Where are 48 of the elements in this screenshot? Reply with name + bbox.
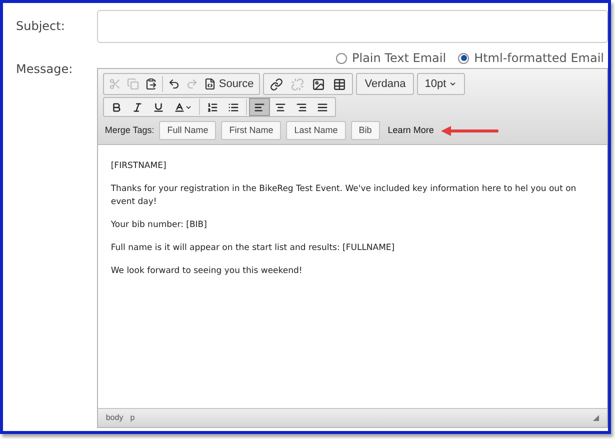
learn-more-link[interactable]: Learn More <box>388 124 434 138</box>
unlink-icon <box>290 78 304 90</box>
italic-icon <box>132 102 143 112</box>
caret-icon <box>449 80 457 88</box>
align-right-icon <box>296 102 307 112</box>
align-left-icon <box>254 102 265 112</box>
underline-icon <box>152 102 164 112</box>
cut-icon <box>108 78 121 90</box>
element-path[interactable]: body <box>106 412 124 424</box>
message-label: Message: <box>15 61 74 78</box>
paragraph: We look forward to seeing you this weekend! <box>110 265 304 278</box>
paste-icon <box>144 78 157 90</box>
bold-icon <box>110 102 122 112</box>
merge-tag-button[interactable]: First Name <box>221 121 282 140</box>
copy-icon <box>126 78 139 90</box>
justify-icon <box>316 102 328 112</box>
radio-label: Plain Text Email <box>352 50 446 67</box>
paragraph: Thanks for your registration in the BikeReg Test Event. We've included key information here to hel you out on event day! <box>110 183 578 209</box>
undo-icon <box>168 78 180 90</box>
link-icon <box>270 78 283 90</box>
element-path[interactable]: p <box>130 412 135 424</box>
bullet-list-icon <box>228 102 239 112</box>
radio-label: Html-formatted Email <box>474 50 604 67</box>
merge-tags-label: Merge Tags: <box>104 124 154 137</box>
toolbar-button[interactable] <box>248 98 270 116</box>
caret-icon <box>184 104 192 110</box>
source-icon <box>204 78 216 90</box>
align-center-icon <box>274 102 286 112</box>
source-button[interactable]: Source <box>200 75 257 93</box>
numbered-list-icon <box>206 102 218 112</box>
subject-label: Subject: <box>15 18 66 35</box>
table-icon <box>332 78 346 90</box>
paragraph: [FIRSTNAME] <box>110 160 168 173</box>
image-icon <box>312 78 325 90</box>
arrow-icon <box>440 126 499 136</box>
paragraph: Full name is it will appear on the start list and results: [FULLNAME] <box>110 242 396 255</box>
merge-tag-button[interactable]: Full Name <box>159 121 216 140</box>
radio-button[interactable] <box>458 52 470 64</box>
resize-grip-icon[interactable] <box>592 415 599 421</box>
paragraph: Your bib number: [BIB] <box>110 219 208 232</box>
font-family-dropdown[interactable]: Verdana <box>356 73 414 95</box>
redo-icon <box>186 78 198 90</box>
merge-tag-button[interactable]: Last Name <box>286 121 346 140</box>
font-size-dropdown[interactable]: 10pt <box>416 73 465 95</box>
radio-button[interactable] <box>336 52 347 64</box>
subject-field[interactable] <box>96 10 608 43</box>
text-color-icon <box>174 102 185 112</box>
merge-tag-button[interactable]: Bib <box>350 121 380 140</box>
